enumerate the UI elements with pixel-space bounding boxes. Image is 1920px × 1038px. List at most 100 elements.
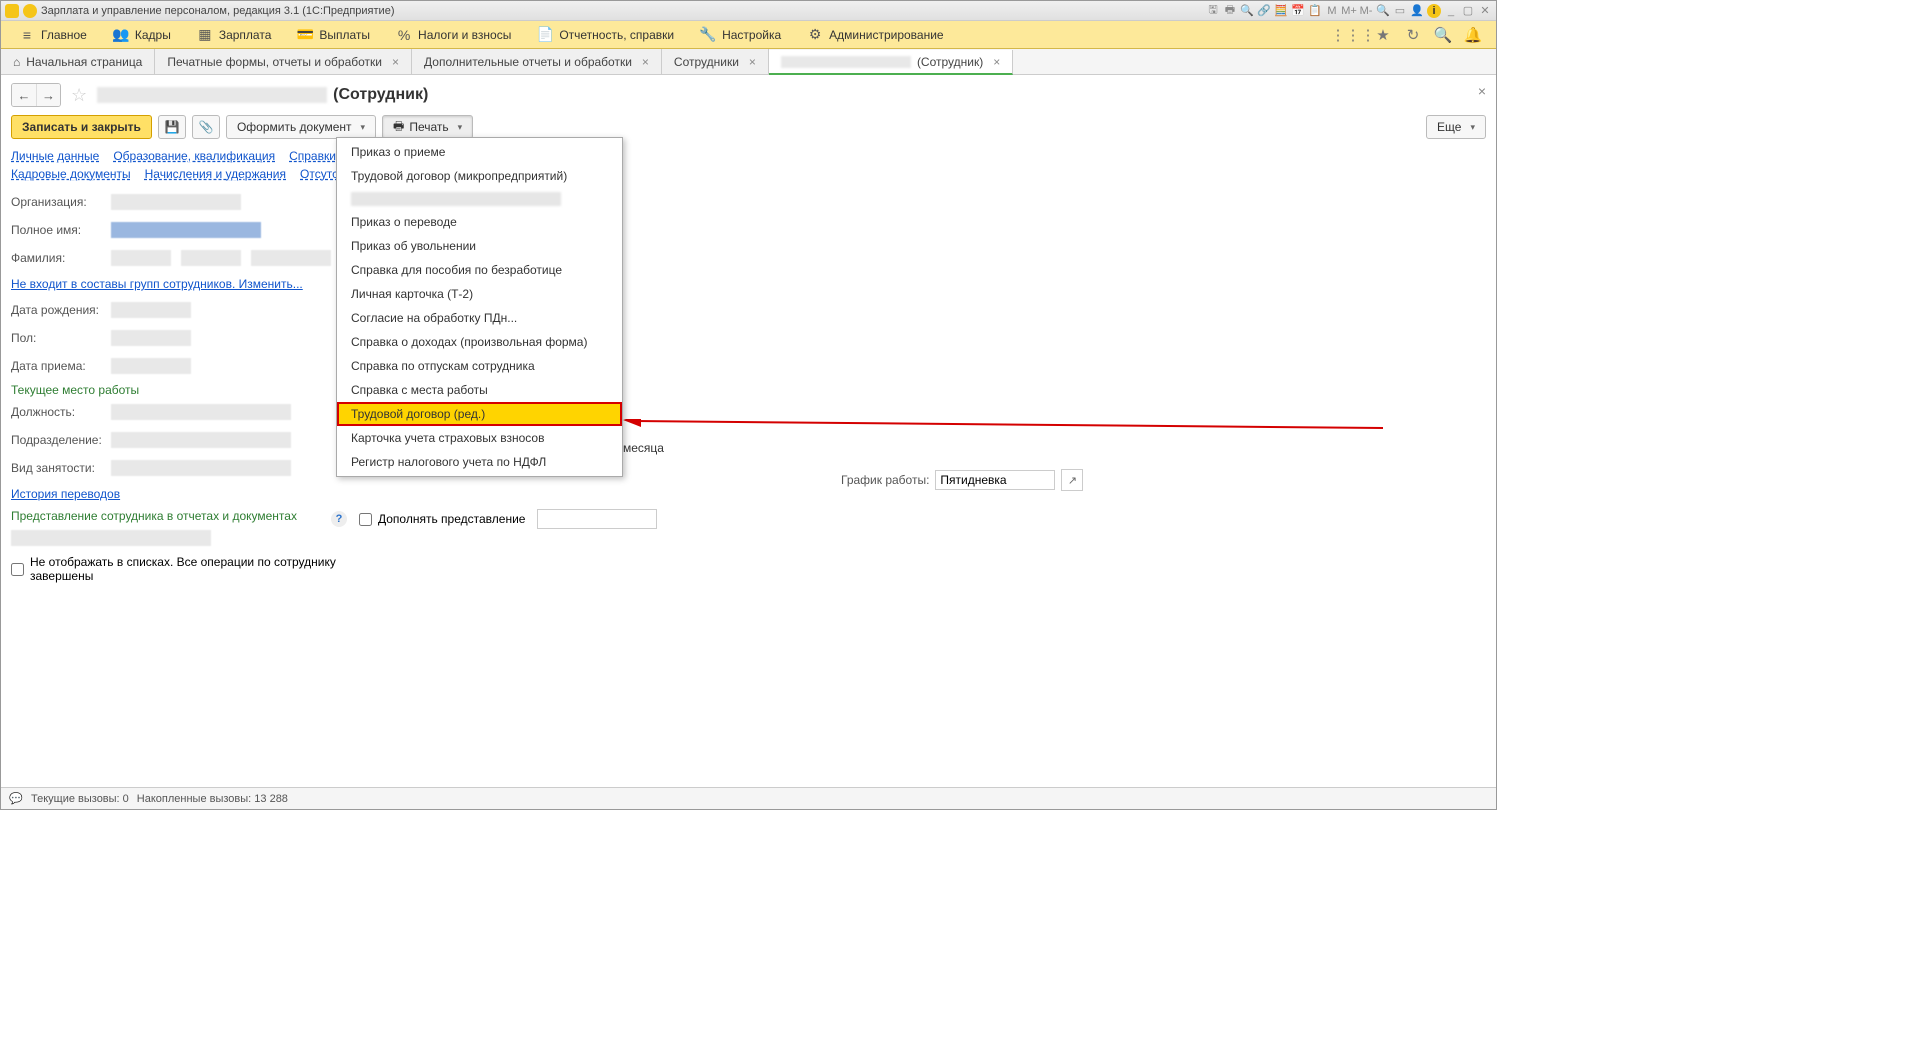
attach-button[interactable]: 📎 <box>192 115 220 139</box>
fullname-value[interactable] <box>111 222 261 238</box>
tab-close-icon[interactable]: × <box>993 55 1000 69</box>
more-button[interactable]: Еще <box>1426 115 1486 139</box>
menu-home[interactable]: ≡Главное <box>7 23 99 47</box>
name2-value[interactable] <box>181 250 241 266</box>
tb-search-icon[interactable]: 🔍 <box>1240 4 1254 18</box>
dd-item-kartochka-vznosov[interactable]: Карточка учета страховых взносов <box>337 426 622 450</box>
forward-button[interactable]: → <box>36 84 60 106</box>
tab-close-icon[interactable]: × <box>749 55 756 69</box>
menu-zarplata[interactable]: ▦Зарплата <box>185 23 284 47</box>
help-icon[interactable]: ? <box>331 511 347 527</box>
employment-value <box>111 460 291 476</box>
tb-link-icon[interactable]: 🔗 <box>1257 4 1271 18</box>
dd-item-trud-dogovor-micro[interactable]: Трудовой договор (микропредприятий) <box>337 164 622 188</box>
dd-item-redacted[interactable] <box>351 192 561 206</box>
tab-print-forms[interactable]: Печатные формы, отчеты и обработки× <box>155 49 412 74</box>
tb-m-icon[interactable]: M <box>1325 4 1339 18</box>
search-icon[interactable]: 🔍 <box>1434 26 1452 44</box>
tab-close-icon[interactable]: × <box>642 55 649 69</box>
department-label: Подразделение: <box>11 433 111 447</box>
main-menu: ≡Главное 👥Кадры ▦Зарплата 💳Выплаты %Нало… <box>1 21 1496 49</box>
menu-admin[interactable]: ⚙Администрирование <box>795 23 955 47</box>
tab-employees[interactable]: Сотрудники× <box>662 49 769 74</box>
supplement-input[interactable] <box>537 509 657 529</box>
tb-calendar2-icon[interactable]: 📋 <box>1308 4 1322 18</box>
create-document-button[interactable]: Оформить документ <box>226 115 376 139</box>
tb-restore-icon[interactable]: ▢ <box>1461 4 1475 18</box>
tb-close-icon[interactable]: ✕ <box>1478 4 1492 18</box>
print-dropdown-menu: Приказ о приеме Трудовой договор (микроп… <box>336 137 623 477</box>
link-obrazovanie[interactable]: Образование, квалификация <box>113 149 275 163</box>
dd-item-trudovoy-dogovor-red[interactable]: Трудовой договор (ред.) <box>337 402 622 426</box>
bell-icon[interactable]: 🔔 <box>1464 26 1482 44</box>
dob-value[interactable] <box>111 302 191 318</box>
dd-item-spravka-otpuskam[interactable]: Справка по отпускам сотрудника <box>337 354 622 378</box>
save-close-button[interactable]: Записать и закрыть <box>11 115 152 139</box>
tb-info-icon[interactable]: i <box>1427 4 1441 18</box>
tb-zoom-icon[interactable]: 🔍 <box>1376 4 1390 18</box>
tab-addl-reports[interactable]: Дополнительные отчеты и обработки× <box>412 49 662 74</box>
tab-close-icon[interactable]: × <box>392 55 399 69</box>
link-lichnye-dannye[interactable]: Личные данные <box>11 149 99 163</box>
tab-employee-active[interactable]: (Сотрудник)× <box>769 50 1013 75</box>
tb-minimize-icon[interactable]: _ <box>1444 4 1458 18</box>
menu-nastroyka[interactable]: 🔧Настройка <box>688 23 793 47</box>
tb-mplus-icon[interactable]: M+ <box>1342 4 1356 18</box>
transfers-link[interactable]: История переводов <box>11 487 120 501</box>
back-button[interactable]: ← <box>12 84 36 106</box>
tb-calendar-icon[interactable]: 📅 <box>1291 4 1305 18</box>
wrench-icon: 🔧 <box>700 27 716 43</box>
link-spravki[interactable]: Справки <box>289 149 336 163</box>
tb-print-icon[interactable]: 🖶 <box>1223 4 1237 18</box>
schedule-input[interactable] <box>935 470 1055 490</box>
link-nachisleniya[interactable]: Начисления и удержания <box>145 167 286 181</box>
tb-save-icon[interactable]: 🖫 <box>1206 4 1220 18</box>
dd-item-soglasie-pdn[interactable]: Согласие на обработку ПДн... <box>337 306 622 330</box>
print-button[interactable]: 🖶Печать <box>382 115 473 139</box>
hiredate-label: Дата приема: <box>11 359 111 373</box>
tb-mminus-icon[interactable]: M- <box>1359 4 1373 18</box>
schedule-open-button[interactable]: ↗ <box>1061 469 1083 491</box>
org-label: Организация: <box>11 195 111 209</box>
history-icon[interactable]: ↻ <box>1404 26 1422 44</box>
hiredate-value[interactable] <box>111 358 191 374</box>
menu-otchetnost[interactable]: 📄Отчетность, справки <box>525 23 686 47</box>
dd-item-registr-ndfl[interactable]: Регистр налогового учета по НДФЛ <box>337 450 622 474</box>
link-kadrovye-doc[interactable]: Кадровые документы <box>11 167 131 181</box>
lastname-value[interactable] <box>111 250 171 266</box>
hide-in-lists-checkbox[interactable] <box>11 563 24 576</box>
save-button[interactable]: 💾 <box>158 115 186 139</box>
favorite-star-icon[interactable]: ☆ <box>71 85 87 106</box>
dd-item-prikaz-perevode[interactable]: Приказ о переводе <box>337 210 622 234</box>
redacted-employee-name <box>97 87 327 103</box>
home-icon: ⌂ <box>13 55 20 69</box>
tb-user-icon[interactable]: 👤 <box>1410 4 1424 18</box>
app-dropdown-icon[interactable] <box>23 4 37 18</box>
apps-icon[interactable]: ⋮⋮⋮ <box>1344 26 1362 44</box>
calendar-icon: ▦ <box>197 27 213 43</box>
dd-item-lichnaya-kartochka[interactable]: Личная карточка (Т-2) <box>337 282 622 306</box>
current-place-heading: Текущее место работы <box>11 383 351 397</box>
dd-item-prikaz-uvolnenii[interactable]: Приказ об увольнении <box>337 234 622 258</box>
dd-item-spravka-mesta-raboty[interactable]: Справка с места работы <box>337 378 622 402</box>
dd-item-prikaz-prieme[interactable]: Приказ о приеме <box>337 140 622 164</box>
representation-heading: Представление сотрудника в отчетах и док… <box>11 509 351 523</box>
people-icon: 👥 <box>113 27 129 43</box>
tab-home[interactable]: ⌂Начальная страница <box>1 49 155 74</box>
menu-vyplaty[interactable]: 💳Выплаты <box>285 23 382 47</box>
percent-icon: % <box>396 27 412 43</box>
name3-value[interactable] <box>251 250 331 266</box>
menu-nalogi[interactable]: %Налоги и взносы <box>384 23 523 47</box>
menu-kadry[interactable]: 👥Кадры <box>101 23 183 47</box>
gender-label: Пол: <box>11 331 111 345</box>
gender-value[interactable] <box>111 330 191 346</box>
dd-item-spravka-bezrabotice[interactable]: Справка для пособия по безработице <box>337 258 622 282</box>
print-icon: 🖶 <box>393 117 404 138</box>
supplement-checkbox[interactable] <box>359 513 372 526</box>
page-close-icon[interactable]: × <box>1478 83 1486 99</box>
groups-link[interactable]: Не входит в составы групп сотрудников. И… <box>11 277 303 291</box>
tb-calc-icon[interactable]: 🧮 <box>1274 4 1288 18</box>
tb-window-icon[interactable]: ▭ <box>1393 4 1407 18</box>
dd-item-spravka-dohodah[interactable]: Справка о доходах (произвольная форма) <box>337 330 622 354</box>
star-icon[interactable]: ★ <box>1374 26 1392 44</box>
